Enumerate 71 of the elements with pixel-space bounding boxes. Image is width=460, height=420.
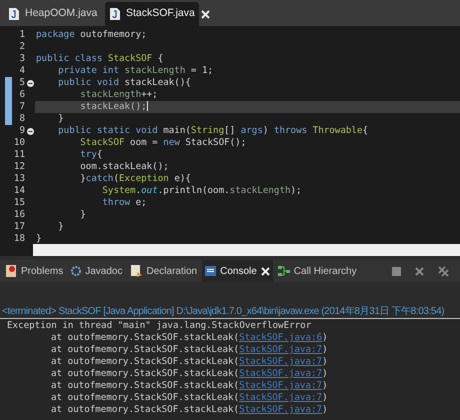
code-line: } [79, 209, 86, 220]
line-number: 4 [18, 65, 25, 77]
code-line: throw e; [101, 197, 147, 208]
line-number: 7 [18, 101, 25, 113]
console-line: at outofmemory.StackSOF.stackLeak(StackSOF.java:7) [51, 368, 328, 379]
fold-icon[interactable] [26, 80, 34, 86]
console-line: at outofmemory.StackSOF.stackLeak(StackSOF.java:7) [51, 392, 328, 403]
line-number: 12 [12, 161, 25, 173]
source-link[interactable]: StackSOF.java:7 [239, 344, 322, 355]
problems-icon [6, 265, 17, 277]
fold-icon[interactable] [26, 128, 34, 134]
code-line: stackLength++; [79, 89, 158, 100]
console-line: at outofmemory.StackSOF.stackLeak(StackSOF.java:6) [51, 332, 328, 343]
line-number: 3 [18, 53, 25, 65]
hierarchy-icon [278, 265, 290, 277]
line-number: 16 [12, 209, 25, 221]
line-number: 18 [12, 233, 25, 245]
code-line: } [57, 113, 64, 124]
panel-tab[interactable]: Call Hierarchy [274, 260, 360, 282]
close-icon[interactable] [260, 266, 270, 276]
remove-all-icon[interactable] [438, 266, 449, 276]
source-link[interactable]: StackSOF.java:7 [239, 404, 322, 415]
code-line: public class StackSOF { [36, 53, 164, 64]
code-line: StackSOF oom = new StackSOF(); [79, 137, 246, 148]
line-number: 5 [18, 77, 25, 89]
panel-tab[interactable]: Problems [3, 260, 66, 282]
java-file-icon [110, 8, 120, 20]
line-number: 14 [12, 185, 25, 197]
line-number: 13 [12, 173, 25, 185]
line-number: 17 [12, 221, 25, 233]
source-link[interactable]: StackSOF.java:6 [239, 332, 322, 343]
line-number: 11 [12, 149, 25, 161]
code-line: System.out.println(oom.stackLength); [101, 185, 302, 196]
source-link[interactable]: StackSOF.java:7 [239, 368, 322, 379]
source-link[interactable]: StackSOF.java:7 [239, 380, 322, 391]
code-line: stackLeak(); [79, 101, 148, 112]
source-link[interactable]: StackSOF.java:7 [239, 356, 322, 367]
code-line: public static void main(String[] args) throws Throwable{ [57, 125, 368, 136]
line-number: 10 [12, 137, 25, 149]
line-number: 2 [18, 41, 25, 53]
console-line: at outofmemory.StackSOF.stackLeak(StackSOF.java:7) [51, 404, 328, 415]
code-line: private int stackLength = 1; [57, 65, 214, 76]
stop-icon[interactable] [392, 266, 401, 276]
line-number: 6 [18, 89, 25, 101]
code-line: oom.stackLeak(); [79, 161, 169, 172]
panel-tab[interactable]: Declaration [128, 260, 200, 282]
line-number: 9 [18, 125, 25, 137]
console-status: <terminated> StackSOF [Java Application] D:\Java\jdk1.7.0_x64\bin\javaw.exe (2014年8月31日 下午8:03:54) [2, 306, 444, 318]
code-line: try{ [79, 149, 102, 160]
horizontal-scrollbar[interactable] [33, 244, 460, 256]
panel-tab[interactable]: Console [202, 260, 273, 282]
declaration-icon [130, 265, 142, 277]
code-line: }catch(Exception e){ [79, 173, 191, 184]
line-number: 15 [12, 197, 25, 209]
code-line: public void stackLeak(){ [57, 77, 191, 88]
console-line: at outofmemory.StackSOF.stackLeak(StackSOF.java:7) [51, 356, 328, 367]
java-file-icon [9, 8, 19, 20]
line-number: 1 [18, 29, 25, 41]
panel-tab[interactable]: Javadoc [68, 260, 126, 282]
code-line: package outofmemory; [36, 29, 147, 40]
code-line: } [57, 221, 64, 232]
close-icon[interactable] [200, 10, 210, 18]
gear-icon [71, 266, 82, 276]
source-link[interactable]: StackSOF.java:7 [239, 392, 322, 403]
console-icon [205, 266, 216, 276]
console-line: at outofmemory.StackSOF.stackLeak(StackSOF.java:7) [51, 344, 328, 355]
code-line: } [36, 233, 42, 244]
line-number: 8 [18, 113, 25, 125]
remove-icon[interactable] [415, 266, 424, 276]
console-line: at outofmemory.StackSOF.stackLeak(StackSOF.java:7) [51, 380, 328, 391]
console-line: Exception in thread "main" java.lang.StackOverflowError [7, 320, 312, 331]
